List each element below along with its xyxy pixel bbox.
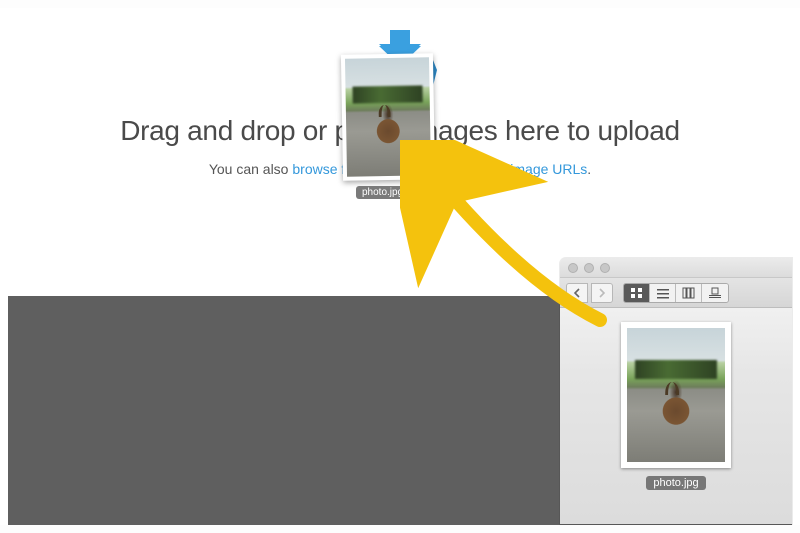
chevron-left-icon xyxy=(573,288,581,298)
list-icon xyxy=(656,287,670,299)
file-label[interactable]: photo.jpg xyxy=(646,476,705,490)
view-coverflow[interactable] xyxy=(702,284,728,302)
goat-photo-icon xyxy=(627,328,725,462)
goat-photo-icon xyxy=(345,57,431,176)
coverflow-icon xyxy=(708,287,722,299)
view-icon-grid[interactable] xyxy=(624,284,650,302)
dragged-thumbnail[interactable] xyxy=(341,53,435,181)
view-list[interactable] xyxy=(650,284,676,302)
letterbox-bottom xyxy=(0,525,800,533)
finder-toolbar xyxy=(560,278,792,308)
subline-or: or xyxy=(463,161,483,177)
chevron-right-icon xyxy=(598,288,606,298)
forward-button[interactable] xyxy=(591,283,613,303)
grid-icon xyxy=(630,287,644,299)
file-thumbnail[interactable] xyxy=(621,322,731,468)
finder-body[interactable]: photo.jpg xyxy=(560,308,792,524)
view-mode-segmented[interactable] xyxy=(623,283,729,303)
traffic-close-icon[interactable] xyxy=(568,263,578,273)
subline-prefix: You can also xyxy=(209,161,293,177)
finder-titlebar[interactable] xyxy=(560,258,792,278)
letterbox-top xyxy=(0,0,800,8)
traffic-zoom-icon[interactable] xyxy=(600,263,610,273)
subline-suffix: . xyxy=(587,161,591,177)
dragged-file-label: photo.jpg xyxy=(356,186,409,199)
traffic-minimize-icon[interactable] xyxy=(584,263,594,273)
columns-icon xyxy=(682,287,696,299)
back-button[interactable] xyxy=(566,283,588,303)
add-image-urls-link[interactable]: add image URLs xyxy=(483,161,587,177)
view-columns[interactable] xyxy=(676,284,702,302)
finder-window[interactable]: photo.jpg xyxy=(560,258,792,524)
